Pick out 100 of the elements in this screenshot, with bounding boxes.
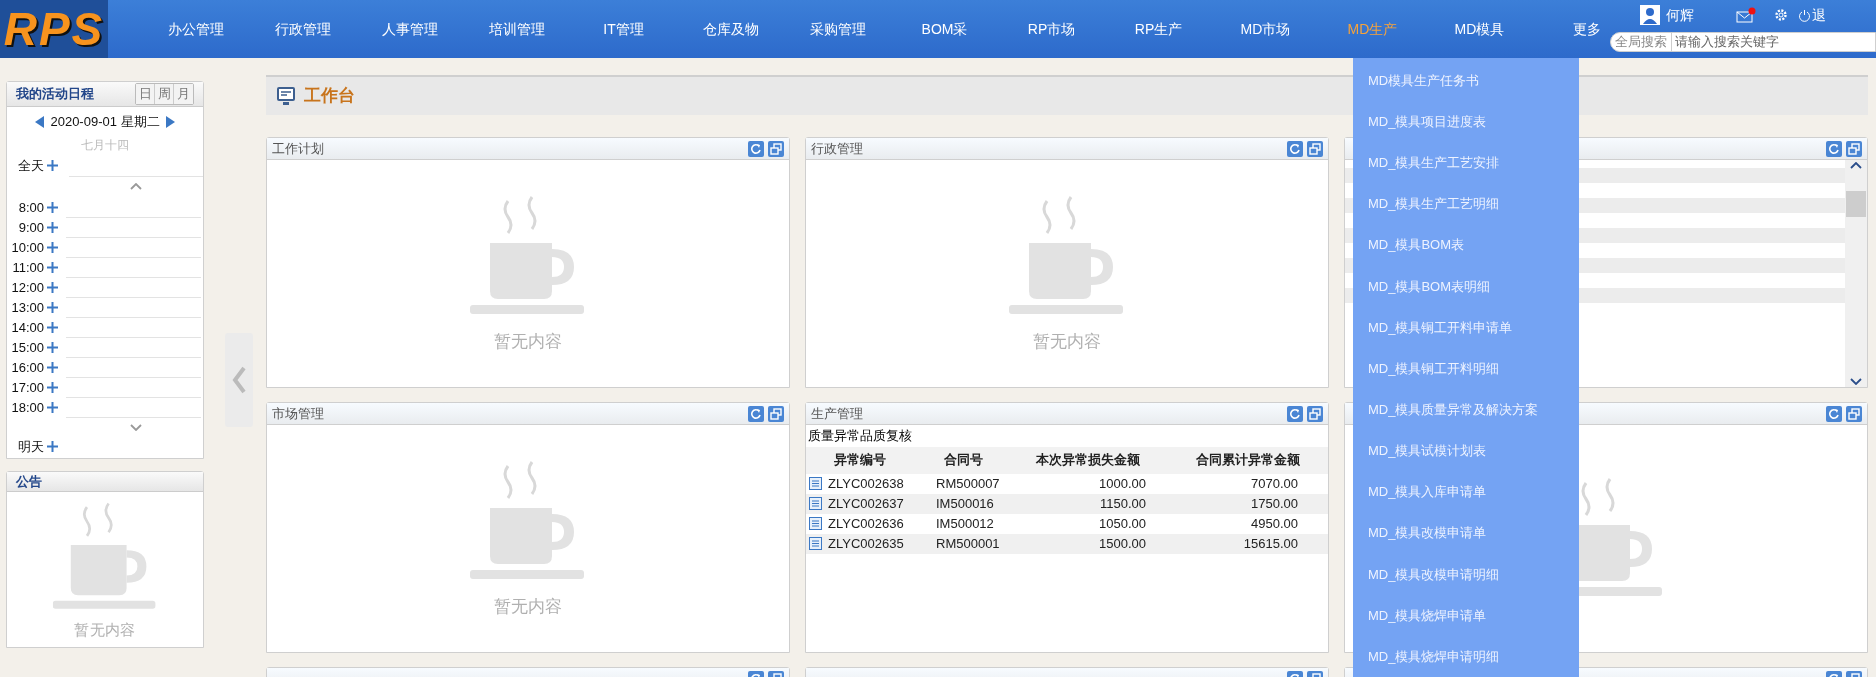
lunar-date: 七月十四 (81, 137, 129, 152)
time-label: 16:00 (10, 358, 45, 377)
view-tab[interactable]: 周 (155, 84, 174, 104)
nav-item[interactable]: RP生产 (1105, 18, 1212, 40)
menu-item[interactable]: MD_模具铜工开料明细 (1368, 348, 1579, 390)
collapse-handle[interactable] (225, 333, 253, 427)
document-icon (809, 537, 822, 550)
nav-item[interactable]: MD市场 (1212, 18, 1319, 40)
power-icon (1798, 8, 1811, 22)
nav-item[interactable]: RP市场 (998, 18, 1105, 40)
nav-item[interactable]: 行政管理 (249, 18, 356, 40)
add-icon[interactable] (47, 362, 58, 373)
nav-item[interactable]: MD生产 (1319, 18, 1426, 40)
menu-item[interactable]: MD_模具生产工艺安排 (1368, 142, 1579, 184)
table-cell-text: ZLYC002638 (828, 474, 905, 493)
previous-day-icon[interactable] (35, 115, 45, 128)
add-icon[interactable] (47, 242, 58, 253)
search-field[interactable]: 全局搜索 请输入搜索关键字 (1610, 32, 1876, 52)
table-cell-text: RM500001 (936, 534, 1001, 553)
refresh-icon[interactable] (1287, 405, 1303, 422)
column-header: 合同累计异常金额 (1195, 451, 1301, 470)
menu-item[interactable]: MD_模具生产工艺明细 (1368, 183, 1579, 225)
window-icon[interactable] (768, 140, 784, 157)
mail-icon[interactable] (1736, 7, 1756, 23)
calendar-title: 我的活动日程 (16, 85, 94, 104)
add-icon[interactable] (47, 160, 58, 171)
nav-item[interactable]: MD模具 (1426, 18, 1533, 40)
user-avatar-icon[interactable] (1640, 5, 1660, 25)
nav-item[interactable]: 仓库及物 (677, 18, 784, 40)
table-cell-text: 1000.00 (1098, 474, 1146, 493)
empty-message: 暂无内容 (1033, 330, 1101, 353)
settings-icon[interactable] (1774, 8, 1788, 22)
window-icon[interactable] (1307, 140, 1323, 157)
menu-item[interactable]: MD_模具铜工开料申请单 (1368, 306, 1579, 348)
add-icon[interactable] (47, 342, 58, 353)
scrollbar[interactable] (1845, 160, 1867, 387)
nav-item[interactable]: 采购管理 (784, 18, 891, 40)
add-icon[interactable] (47, 282, 58, 293)
search-input[interactable]: 请输入搜索关键字 (1672, 32, 1822, 52)
menu-item[interactable]: MD_模具质量异常及解决方案 (1368, 389, 1579, 431)
scrollbar-thumb[interactable] (1846, 190, 1866, 217)
scroll-down-icon[interactable] (1850, 378, 1862, 385)
nav-item[interactable]: BOM采 (891, 18, 998, 40)
time-label: 12:00 (10, 278, 45, 297)
view-tab[interactable]: 月 (174, 84, 193, 104)
add-icon[interactable] (47, 402, 58, 413)
menu-item[interactable]: MD_模具项目进度表 (1368, 101, 1579, 143)
time-label: 17:00 (10, 378, 45, 397)
refresh-icon[interactable] (1287, 140, 1303, 157)
refresh-icon[interactable] (748, 140, 764, 157)
menu-item[interactable]: MD_模具试模计划表 (1368, 430, 1579, 472)
table-cell-text: 15615.00 (1242, 534, 1298, 553)
workbench-title: 工作台 (304, 85, 355, 108)
document-icon (809, 497, 822, 510)
logout-button[interactable]: 退 (1798, 4, 1826, 26)
table-cell-text: 1750.00 (1250, 494, 1298, 513)
add-icon[interactable] (47, 262, 58, 273)
menu-item[interactable]: MD_模具改模申请单 (1368, 512, 1579, 554)
menu-item[interactable]: MD模具生产任务书 (1368, 60, 1579, 102)
logo[interactable]: RPS (0, 0, 108, 58)
add-icon[interactable] (47, 441, 58, 452)
table-cell-text: ZLYC002635 (828, 534, 905, 553)
window-icon[interactable] (1307, 405, 1323, 422)
nav-item[interactable]: IT管理 (570, 18, 677, 40)
menu-item[interactable]: MD_模具BOM表明细 (1368, 265, 1579, 307)
next-day-icon[interactable] (165, 115, 175, 128)
scroll-up-icon[interactable] (1850, 162, 1862, 169)
search-label: 全局搜索 (1611, 32, 1672, 52)
menu-item[interactable]: MD_模具改模申请明细 (1368, 553, 1579, 595)
menu-item[interactable]: MD_模具烧焊申请单 (1368, 594, 1579, 636)
window-icon[interactable] (1846, 140, 1862, 157)
table-cell-text: IM500012 (936, 514, 995, 533)
refresh-icon[interactable] (748, 405, 764, 422)
time-label: 11:00 (11, 258, 45, 277)
nav-item[interactable]: 人事管理 (356, 18, 463, 40)
table-cell-text: 1050.00 (1098, 514, 1146, 533)
menu-item[interactable]: MD_模具烧焊申请明细 (1368, 635, 1579, 677)
add-icon[interactable] (47, 222, 58, 233)
time-label: 8:00 (17, 198, 45, 217)
nav-item[interactable]: 培训管理 (463, 18, 570, 40)
column-header: 合同号 (943, 451, 984, 470)
panel-title: 市场管理 (272, 404, 324, 423)
menu-item[interactable]: MD_模具入库申请单 (1368, 471, 1579, 513)
menu-item[interactable]: MD_模具BOM表 (1368, 224, 1579, 266)
time-label: 14:00 (10, 318, 45, 337)
time-label: 明天 (17, 437, 45, 456)
add-icon[interactable] (47, 382, 58, 393)
refresh-icon[interactable] (1826, 405, 1842, 422)
add-icon[interactable] (47, 322, 58, 333)
user-name[interactable]: 何辉 (1666, 4, 1722, 26)
window-icon[interactable] (768, 405, 784, 422)
refresh-icon[interactable] (1826, 140, 1842, 157)
add-icon[interactable] (47, 202, 58, 213)
view-tab[interactable]: 日 (136, 84, 155, 104)
table-cell-text: 7070.00 (1250, 474, 1298, 493)
table-cell-text: RM500007 (936, 474, 1001, 493)
add-icon[interactable] (47, 302, 58, 313)
empty-message: 暂无内容 (494, 330, 562, 353)
window-icon[interactable] (1846, 405, 1862, 422)
nav-item[interactable]: 办公管理 (142, 18, 249, 40)
